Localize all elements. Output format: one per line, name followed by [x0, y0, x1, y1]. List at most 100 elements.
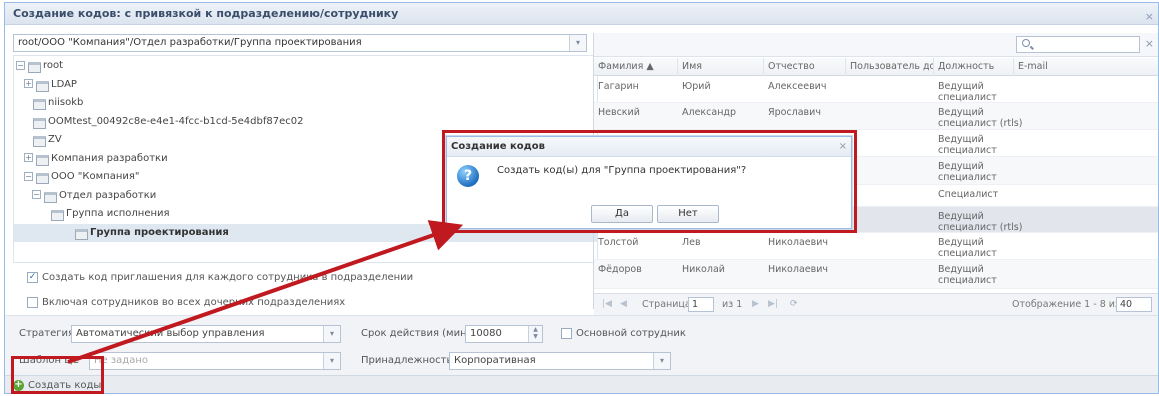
- column-header[interactable]: Должность: [934, 58, 1014, 76]
- table-cell: специалист: [938, 248, 997, 259]
- org-unit-icon: [27, 60, 41, 73]
- column-header[interactable]: Отчество: [764, 58, 846, 76]
- tree-node-label: niisokb: [48, 97, 84, 108]
- tree-node[interactable]: ZV: [32, 131, 62, 149]
- tree-node[interactable]: − root: [16, 57, 63, 75]
- tree-node[interactable]: − ООО "Компания": [24, 168, 139, 186]
- table-cell: специалист: [938, 92, 997, 103]
- table-cell: специалист (rtls): [938, 118, 1023, 129]
- spinner-icon[interactable]: ▲ ▼: [528, 326, 542, 342]
- table-row[interactable]: Невский Александр Ярославич Ведущий специали…: [594, 103, 1158, 130]
- org-unit-icon: [35, 79, 49, 92]
- table-cell: Ведущий: [938, 211, 984, 222]
- table-cell: Юрий: [682, 81, 711, 92]
- table-cell: Специалист: [938, 189, 999, 200]
- chevron-down-icon[interactable]: ▾: [653, 353, 670, 369]
- include-children-checkbox[interactable]: [27, 296, 38, 308]
- ownership-label: Принадлежность: [361, 355, 453, 366]
- create-button-highlight-box: [11, 356, 104, 394]
- tree-node-label: OOMtest_00492c8e-e4e1-4fcc-b1cd-5e4dbf87…: [48, 115, 304, 127]
- grid-header: Фамилия ▲ Имя Отчество Пользователь дом Долж…: [594, 58, 1158, 76]
- column-header[interactable]: E-mail: [1014, 58, 1158, 76]
- table-cell: Николаевич: [768, 237, 828, 248]
- grid-pager: |◀ ◀ Страница 1 из 1 ▶ ▶| ⟳ Отображение …: [594, 293, 1158, 315]
- next-page-icon[interactable]: ▶: [752, 299, 759, 309]
- tree-node[interactable]: + Компания разработки: [24, 150, 168, 168]
- strategy-label: Стратегия: [19, 328, 75, 339]
- tree-node-label: Группа исполнения: [66, 208, 170, 219]
- first-page-icon[interactable]: |◀: [602, 299, 612, 309]
- org-unit-icon: [32, 97, 46, 110]
- column-header[interactable]: Имя: [678, 58, 764, 76]
- tree-node[interactable]: − Отдел разработки: [32, 187, 156, 205]
- window-close-icon[interactable]: ×: [1145, 6, 1154, 28]
- org-unit-icon: [50, 208, 64, 221]
- table-row[interactable]: Гагарин Юрий Алексеевич Ведущий специалист: [594, 77, 1158, 103]
- org-unit-icon: [35, 171, 49, 184]
- table-cell: Николаевич: [768, 264, 828, 275]
- main-employee-checkbox[interactable]: [561, 327, 572, 339]
- chevron-down-icon[interactable]: ▾: [323, 353, 340, 369]
- refresh-icon[interactable]: ⟳: [790, 299, 798, 309]
- search-input[interactable]: [1016, 36, 1140, 53]
- last-page-icon[interactable]: ▶|: [768, 299, 778, 309]
- include-children-checkbox-row[interactable]: Включая сотрудников во всех дочерних под…: [27, 296, 345, 310]
- validity-value: 10080: [470, 328, 502, 339]
- search-icon: [1022, 39, 1030, 47]
- page-input[interactable]: 1: [688, 297, 714, 312]
- tree-node[interactable]: + LDAP: [24, 76, 77, 94]
- strategy-value: Автоматический выбор управления: [76, 328, 265, 339]
- table-cell: Ярославич: [768, 107, 821, 118]
- org-unit-icon: [35, 153, 49, 166]
- validity-label: Срок действия (мин): [361, 328, 471, 339]
- table-cell: Ведущий: [938, 107, 984, 118]
- table-cell: Ведущий: [938, 237, 984, 248]
- table-cell: Ведущий: [938, 81, 984, 92]
- table-cell: Алексеевич: [768, 81, 827, 92]
- page-size-select[interactable]: 40: [1116, 297, 1152, 312]
- template-select[interactable]: Не задано ▾: [89, 352, 341, 370]
- chevron-down-icon[interactable]: ▾: [323, 326, 340, 342]
- table-cell: специалист: [938, 172, 997, 183]
- table-cell: специалист (rtls): [938, 222, 1023, 233]
- chevron-down-icon[interactable]: ▾: [569, 35, 586, 51]
- create-invite-checkbox-row[interactable]: ✓ Создать код приглашения для каждого сот…: [27, 271, 413, 285]
- table-row[interactable]: Толстой Лев Николаевич Ведущий специалист: [594, 233, 1158, 260]
- validity-input[interactable]: 10080 ▲ ▼: [465, 325, 543, 343]
- tree-node-label: ООО "Компания": [51, 171, 140, 182]
- tree-node[interactable]: Группа исполнения: [50, 205, 170, 223]
- path-combo[interactable]: root/ООО "Компания"/Отдел разработки/Гру…: [13, 34, 587, 52]
- page-of-label: из 1: [722, 299, 743, 310]
- org-unit-icon: [32, 134, 46, 147]
- org-unit-icon: [32, 116, 46, 129]
- tree-node[interactable]: OOMtest_00492c8e-e4e1-4fcc-b1cd-5e4dbf87…: [32, 113, 304, 131]
- ownership-select[interactable]: Корпоративная ▾: [449, 352, 671, 370]
- create-invite-label: Создать код приглашения для каждого сотр…: [42, 272, 414, 283]
- org-unit-icon: [74, 227, 88, 240]
- bottom-toolbar: + Создать коды: [5, 375, 1158, 393]
- grid-close-icon[interactable]: ×: [1145, 37, 1154, 50]
- collapse-icon[interactable]: −: [16, 60, 25, 70]
- table-cell: специалист: [938, 275, 997, 286]
- expand-icon[interactable]: +: [24, 153, 33, 162]
- table-cell: Лев: [682, 237, 701, 248]
- include-children-label: Включая сотрудников во всех дочерних под…: [42, 297, 346, 308]
- tree-node[interactable]: niisokb: [32, 94, 83, 112]
- table-cell: специалист: [938, 145, 997, 156]
- org-unit-icon: [43, 190, 57, 203]
- collapse-icon[interactable]: −: [24, 171, 33, 181]
- table-row[interactable]: Фёдоров Николай Николаевич Ведущий специалис…: [594, 260, 1158, 289]
- expand-icon[interactable]: +: [24, 79, 33, 88]
- path-combo-value: root/ООО "Компания"/Отдел разработки/Гру…: [18, 37, 362, 48]
- create-invite-checkbox[interactable]: ✓: [27, 271, 38, 283]
- main-employee-row[interactable]: Основной сотрудник: [561, 327, 686, 341]
- tree-node-label: Группа проектирования: [90, 226, 229, 238]
- column-header[interactable]: Пользователь дом: [846, 58, 934, 76]
- display-count: Отображение 1 - 8 из 8: [1012, 299, 1130, 310]
- page-label: Страница: [642, 299, 691, 310]
- strategy-select[interactable]: Автоматический выбор управления ▾: [71, 325, 341, 343]
- prev-page-icon[interactable]: ◀: [620, 299, 627, 309]
- collapse-icon[interactable]: −: [32, 190, 41, 199]
- window-title: Создание кодов: с привязкой к подразделе…: [13, 7, 399, 20]
- column-header[interactable]: Фамилия ▲: [594, 58, 678, 76]
